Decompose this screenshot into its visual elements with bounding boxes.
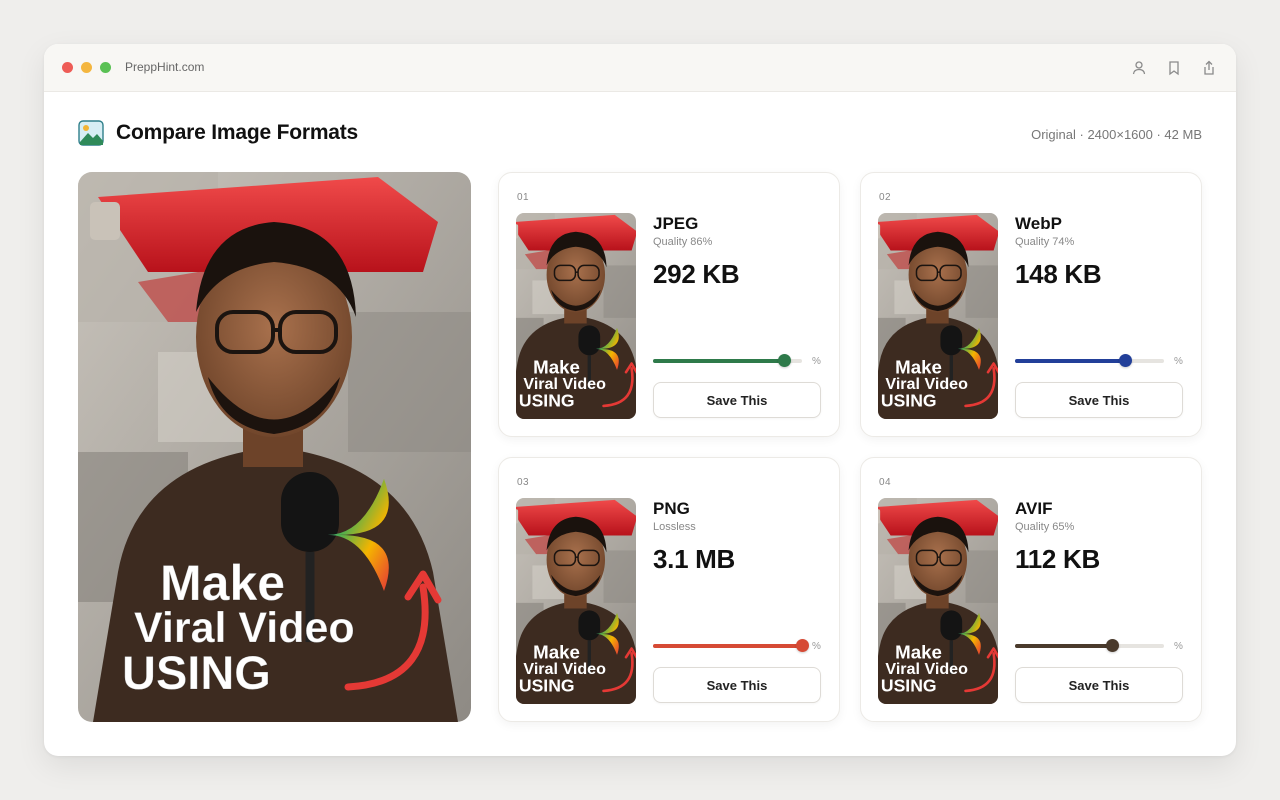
hero-text-line-2: Viral Video xyxy=(134,604,355,652)
percent-label: % xyxy=(1174,641,1183,652)
page-title: Compare Image Formats xyxy=(116,121,359,144)
percent-label: % xyxy=(1174,356,1183,367)
hero-text-line-3: USING xyxy=(122,646,271,699)
svg-text:USING: USING xyxy=(881,676,937,696)
maximize-window-button[interactable] xyxy=(100,62,111,73)
card-index: 02 xyxy=(879,192,892,203)
slider-handle[interactable] xyxy=(778,354,791,367)
slider-handle[interactable] xyxy=(1106,639,1119,652)
close-window-button[interactable] xyxy=(62,62,73,73)
quality-slider[interactable] xyxy=(653,353,802,367)
webp-thumbnail: Make Viral Video USING xyxy=(878,213,998,419)
format-card-avif: 04 Make Viral Video USING AVIF Quality 6… xyxy=(860,457,1202,722)
svg-text:Make: Make xyxy=(895,641,942,662)
original-image-preview: Make Viral Video USING xyxy=(78,172,471,722)
share-icon[interactable] xyxy=(1200,59,1218,77)
format-name: PNG xyxy=(653,499,690,518)
format-card-jpeg: 01 Make Viral Video USING JPEG Quality 8… xyxy=(498,172,840,437)
svg-text:Make: Make xyxy=(533,356,580,377)
address-bar-url[interactable]: PreppHint.com xyxy=(125,60,204,74)
format-card-webp: 02 Make Viral Video USING WebP Quality 7… xyxy=(860,172,1202,437)
file-size: 292 KB xyxy=(653,259,740,289)
file-size: 148 KB xyxy=(1015,259,1102,289)
svg-text:USING: USING xyxy=(519,391,575,411)
avif-thumbnail: Make Viral Video USING xyxy=(878,498,998,704)
hero-text-line-1: Make xyxy=(160,555,285,611)
format-name: WebP xyxy=(1015,214,1062,233)
jpeg-thumbnail: Make Viral Video USING xyxy=(516,213,636,419)
percent-label: % xyxy=(812,641,821,652)
slider-fill xyxy=(1015,644,1112,648)
png-thumbnail: Make Viral Video USING xyxy=(516,498,636,704)
svg-text:Make: Make xyxy=(895,356,942,377)
svg-text:Make: Make xyxy=(533,641,580,662)
quality-slider[interactable] xyxy=(1015,353,1164,367)
file-size: 3.1 MB xyxy=(653,544,736,574)
user-icon[interactable] xyxy=(1130,59,1148,77)
file-size: 112 KB xyxy=(1015,544,1100,574)
format-card-png: 03 Make Viral Video USING PNG Lossless 3… xyxy=(498,457,840,722)
svg-text:USING: USING xyxy=(519,676,575,696)
quality-label: Lossless xyxy=(653,521,696,533)
save-avif-button[interactable]: Save This xyxy=(1015,667,1183,703)
browser-titlebar: PreppHint.com xyxy=(44,44,1236,92)
quality-label: Quality 65% xyxy=(1015,521,1075,533)
save-png-button[interactable]: Save This xyxy=(653,667,821,703)
quality-slider[interactable] xyxy=(1015,638,1164,652)
slider-handle[interactable] xyxy=(796,639,809,652)
format-name: JPEG xyxy=(653,214,699,233)
quality-label: Quality 74% xyxy=(1015,236,1075,248)
image-icon xyxy=(78,120,104,146)
quality-slider[interactable] xyxy=(653,638,809,652)
slider-fill xyxy=(1015,359,1125,363)
card-index: 03 xyxy=(517,477,530,488)
quality-label: Quality 86% xyxy=(653,236,713,248)
bookmark-icon[interactable] xyxy=(1165,59,1183,77)
svg-text:USING: USING xyxy=(881,391,937,411)
browser-window: PreppHint.com Compare Image Formats Orig… xyxy=(44,44,1236,756)
slider-fill xyxy=(653,359,784,363)
card-index: 01 xyxy=(517,192,530,203)
slider-handle[interactable] xyxy=(1119,354,1132,367)
card-index: 04 xyxy=(879,477,892,488)
minimize-window-button[interactable] xyxy=(81,62,92,73)
save-webp-button[interactable]: Save This xyxy=(1015,382,1183,418)
slider-fill xyxy=(653,644,802,648)
original-image-meta: Original · 2400×1600 · 42 MB xyxy=(1031,127,1202,142)
percent-label: % xyxy=(812,356,821,367)
save-jpeg-button[interactable]: Save This xyxy=(653,382,821,418)
format-name: AVIF xyxy=(1015,499,1053,518)
